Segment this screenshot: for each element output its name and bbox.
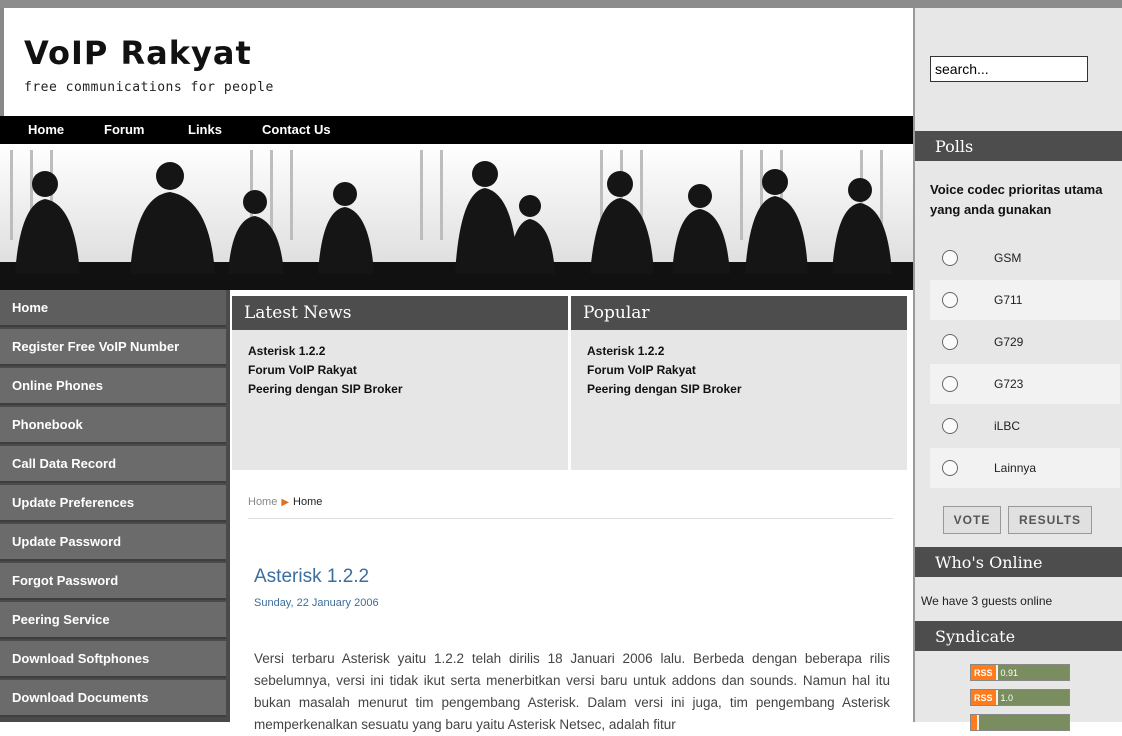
article-title[interactable]: Asterisk 1.2.2 — [254, 566, 369, 588]
topnav-contact-link[interactable]: Contact Us — [262, 122, 331, 137]
polls-heading: Polls — [915, 131, 1122, 161]
leftnav-item-download-softphones[interactable]: Download Softphones — [0, 641, 226, 678]
rss-feed-link[interactable] — [970, 714, 1070, 731]
popular-item[interactable]: Peering dengan SIP Broker — [587, 382, 907, 401]
topnav-forum-link[interactable]: Forum — [104, 122, 144, 137]
site-logo-title[interactable]: VoIP Rakyat — [24, 34, 252, 72]
leftnav-item-call-data-record[interactable]: Call Data Record — [0, 446, 226, 483]
poll-option-label: GSM — [994, 251, 1022, 265]
latest-news-item[interactable]: Peering dengan SIP Broker — [248, 382, 568, 401]
latest-news-item[interactable]: Forum VoIP Rakyat — [248, 363, 568, 382]
poll-option-gsm[interactable]: GSM — [930, 238, 1120, 278]
rss-tag — [971, 715, 977, 730]
site-tagline: free communications for people — [24, 80, 274, 95]
whos-online-heading: Who's Online — [915, 547, 1122, 577]
breadcrumb-root[interactable]: Home — [248, 496, 277, 508]
popular-heading: Popular — [571, 296, 907, 330]
radio-icon[interactable] — [942, 418, 958, 434]
rss-tag: RSS — [971, 690, 996, 705]
results-button[interactable]: RESULTS — [1008, 506, 1092, 534]
top-navigation: Home Forum Links Contact Us — [0, 116, 913, 144]
latest-news-item[interactable]: Asterisk 1.2.2 — [248, 344, 568, 363]
topnav-home-link[interactable]: Home — [28, 122, 64, 137]
poll-option-ilbc[interactable]: iLBC — [930, 406, 1120, 446]
whos-online-text: We have 3 guests online — [921, 594, 1053, 608]
leftnav-item-update-preferences[interactable]: Update Preferences — [0, 485, 226, 522]
rss-10-feed-link[interactable]: RSS 1.0 — [970, 689, 1070, 706]
search-input[interactable] — [930, 56, 1088, 82]
rss-091-feed-link[interactable]: RSS 0.91 — [970, 664, 1070, 681]
popular-item[interactable]: Asterisk 1.2.2 — [587, 344, 907, 363]
rss-version: 0.91 — [997, 665, 1069, 680]
radio-icon[interactable] — [942, 292, 958, 308]
poll-option-g729[interactable]: G729 — [930, 322, 1120, 362]
radio-icon[interactable] — [942, 460, 958, 476]
breadcrumb-divider — [248, 518, 893, 519]
article-date: Sunday, 22 January 2006 — [254, 597, 379, 609]
leftnav-item-home[interactable]: Home — [0, 290, 226, 327]
latest-news-heading: Latest News — [232, 296, 568, 330]
poll-question: Voice codec prioritas utama yang anda gu… — [930, 182, 1103, 217]
rss-tag: RSS — [971, 665, 996, 680]
site-header: VoIP Rakyat free communications for peop… — [0, 8, 913, 116]
topnav-links-link[interactable]: Links — [188, 122, 222, 137]
breadcrumb-arrow-icon: ▶ — [281, 497, 290, 508]
poll-option-label: Lainnya — [994, 461, 1037, 475]
poll-option-lainnya[interactable]: Lainnya — [930, 448, 1120, 488]
poll-option-label: G729 — [994, 335, 1024, 349]
radio-icon[interactable] — [942, 376, 958, 392]
leftnav-item-online-phones[interactable]: Online Phones — [0, 368, 226, 405]
page-top-border — [0, 0, 1122, 8]
rss-version — [979, 715, 1069, 730]
poll-option-label: iLBC — [994, 419, 1021, 433]
radio-icon[interactable] — [942, 334, 958, 350]
silhouette-banner-icon — [0, 144, 913, 290]
poll-option-g711[interactable]: G711 — [930, 280, 1120, 320]
poll-option-label: G711 — [994, 293, 1023, 307]
popular-item[interactable]: Forum VoIP Rakyat — [587, 363, 907, 382]
syndicate-heading: Syndicate — [915, 621, 1122, 651]
leftnav-item-phonebook[interactable]: Phonebook — [0, 407, 226, 444]
latest-news-box: Latest News Asterisk 1.2.2 Forum VoIP Ra… — [232, 296, 568, 470]
leftnav-item-update-password[interactable]: Update Password — [0, 524, 226, 561]
rss-version: 1.0 — [997, 690, 1069, 705]
breadcrumb: Home ▶ Home — [248, 496, 322, 508]
right-sidebar: Polls Voice codec prioritas utama yang a… — [913, 8, 1122, 731]
leftnav-item-forgot-password[interactable]: Forgot Password — [0, 563, 226, 600]
poll-option-label: G723 — [994, 377, 1024, 391]
leftnav-item-register[interactable]: Register Free VoIP Number — [0, 329, 226, 366]
vote-button[interactable]: VOTE — [943, 506, 1001, 534]
article-body: Versi terbaru Asterisk yaitu 1.2.2 telah… — [254, 651, 890, 732]
leftnav-item-peering-service[interactable]: Peering Service — [0, 602, 226, 639]
banner-image — [0, 144, 913, 290]
poll-option-g723[interactable]: G723 — [930, 364, 1120, 404]
popular-box: Popular Asterisk 1.2.2 Forum VoIP Rakyat… — [571, 296, 907, 470]
leftnav-item-download-documents[interactable]: Download Documents — [0, 680, 226, 717]
left-navigation: Home Register Free VoIP Number Online Ph… — [0, 290, 230, 722]
breadcrumb-current: Home — [293, 496, 323, 508]
radio-icon[interactable] — [942, 250, 958, 266]
